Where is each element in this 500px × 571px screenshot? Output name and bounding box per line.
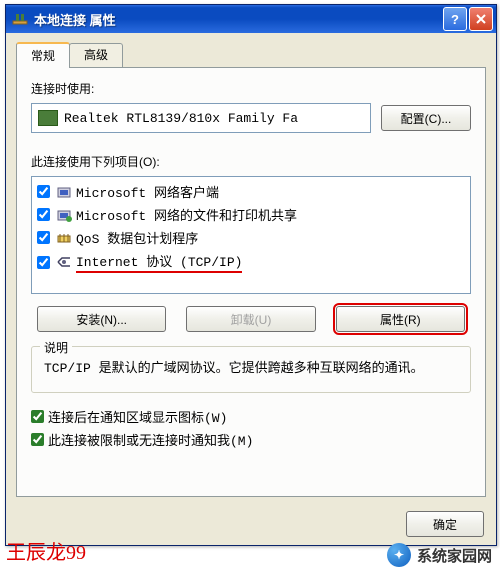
ok-button[interactable]: 确定: [406, 511, 484, 537]
item-checkbox[interactable]: [37, 231, 50, 244]
watermark-author: 王辰龙99: [6, 536, 86, 565]
show-icon-checkbox[interactable]: [31, 410, 44, 423]
list-item[interactable]: Microsoft 网络客户端: [35, 180, 467, 203]
configure-button[interactable]: 配置(C)...: [381, 105, 471, 131]
item-checkbox[interactable]: [37, 256, 50, 269]
description-legend: 说明: [40, 339, 72, 356]
description-text: TCP/IP 是默认的广域网协议。它提供跨越多种互联网络的通讯。: [44, 357, 458, 380]
qos-icon: [56, 230, 72, 246]
client-area: 常规 高级 连接时使用: Realtek RTL8139/810x Family…: [6, 33, 496, 545]
help-button[interactable]: ?: [443, 7, 467, 31]
adapter-name: Realtek RTL8139/810x Family Fa: [64, 111, 298, 126]
list-item[interactable]: Internet 协议 (TCP/IP): [35, 249, 467, 275]
watermark-site: ✦ 系统家园网: [387, 543, 492, 567]
tab-strip: 常规 高级: [16, 41, 486, 67]
titlebar: 本地连接 属性 ?: [6, 5, 496, 33]
item-label: Internet 协议 (TCP/IP): [76, 251, 242, 273]
share-icon: [56, 207, 72, 223]
properties-window: 本地连接 属性 ? 常规 高级 连接时使用: Realtek RTL8139/8…: [5, 4, 497, 546]
close-button[interactable]: [469, 7, 493, 31]
action-buttons: 安装(N)... 卸载(U) 属性(R): [31, 306, 471, 332]
notify-limited-label: 此连接被限制或无连接时通知我(M): [48, 430, 253, 449]
adapter-row: Realtek RTL8139/810x Family Fa 配置(C)...: [31, 103, 471, 133]
show-icon-label: 连接后在通知区域显示图标(W): [48, 407, 227, 426]
tab-general[interactable]: 常规: [16, 42, 70, 68]
list-item[interactable]: QoS 数据包计划程序: [35, 226, 467, 249]
install-button[interactable]: 安装(N)...: [37, 306, 166, 332]
item-label: Microsoft 网络的文件和打印机共享: [76, 205, 297, 224]
tab-panel-general: 连接时使用: Realtek RTL8139/810x Family Fa 配置…: [16, 67, 486, 497]
site-name: 系统家园网: [417, 545, 492, 566]
bottom-buttons: 确定: [406, 511, 484, 537]
show-icon-row: 连接后在通知区域显示图标(W): [31, 407, 471, 426]
items-list[interactable]: Microsoft 网络客户端 Microsoft 网络的文件和打印机共享 Qo…: [31, 176, 471, 294]
site-logo-icon: ✦: [387, 543, 411, 567]
protocol-icon: [56, 254, 72, 270]
properties-button[interactable]: 属性(R): [336, 306, 465, 332]
titlebar-buttons: ?: [443, 7, 493, 31]
tab-advanced[interactable]: 高级: [69, 43, 123, 67]
uninstall-button: 卸载(U): [186, 306, 315, 332]
connection-icon: [12, 11, 28, 27]
connect-using-label: 连接时使用:: [31, 80, 471, 97]
client-icon: [56, 184, 72, 200]
item-label: Microsoft 网络客户端: [76, 182, 219, 201]
window-title: 本地连接 属性: [34, 10, 443, 29]
items-label: 此连接使用下列项目(O):: [31, 153, 471, 170]
item-checkbox[interactable]: [37, 208, 50, 221]
description-group: 说明 TCP/IP 是默认的广域网协议。它提供跨越多种互联网络的通讯。: [31, 346, 471, 393]
list-item[interactable]: Microsoft 网络的文件和打印机共享: [35, 203, 467, 226]
item-checkbox[interactable]: [37, 185, 50, 198]
adapter-display: Realtek RTL8139/810x Family Fa: [31, 103, 371, 133]
nic-icon: [38, 110, 58, 126]
notify-limited-row: 此连接被限制或无连接时通知我(M): [31, 430, 471, 449]
notify-limited-checkbox[interactable]: [31, 433, 44, 446]
item-label: QoS 数据包计划程序: [76, 228, 198, 247]
